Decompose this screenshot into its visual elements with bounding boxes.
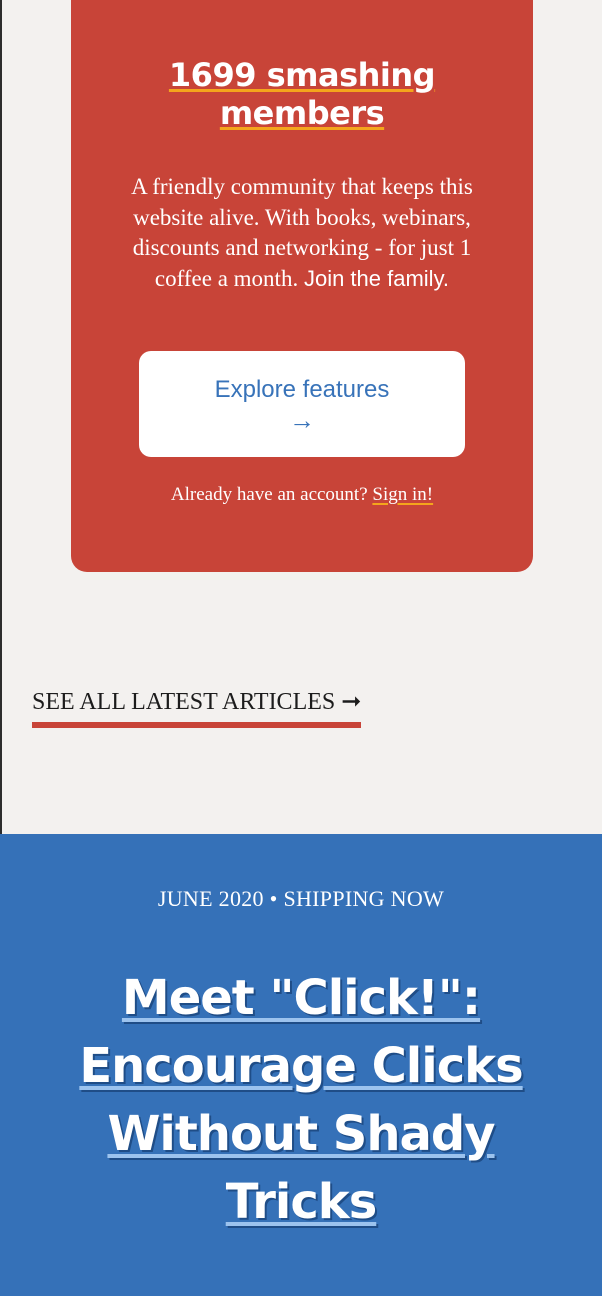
feature-meta: JUNE 2020 • SHIPPING NOW (157, 886, 445, 911)
membership-card: 1699 smashing members A friendly communi… (71, 0, 533, 572)
account-prompt: Already have an account? Sign in! (71, 482, 533, 508)
sign-in-link[interactable]: Sign in! (372, 484, 433, 505)
members-title: 1699 smashing members (101, 56, 503, 132)
explore-features-button[interactable]: Explore features → (139, 351, 465, 457)
arrow-right-icon: → (289, 404, 315, 435)
members-title-text: 1699 smashing members (168, 56, 436, 132)
explore-features-label: Explore features (214, 375, 390, 403)
account-prompt-text: Already have an account? (170, 484, 368, 505)
feature-title-link[interactable]: Meet "Click!": Encourage Clicks Without … (79, 970, 523, 1230)
featured-book-section: JUNE 2020 • SHIPPING NOW Meet "Click!": … (0, 834, 602, 1296)
page-edge-divider (0, 0, 2, 834)
join-family-text: Join the family. (303, 265, 450, 291)
see-all-latest-articles-link[interactable]: SEE ALL LATEST ARTICLES ➞ (32, 686, 362, 728)
members-description: A friendly community that keeps this web… (121, 172, 483, 294)
feature-title: Meet "Click!": Encourage Clicks Without … (50, 964, 552, 1236)
